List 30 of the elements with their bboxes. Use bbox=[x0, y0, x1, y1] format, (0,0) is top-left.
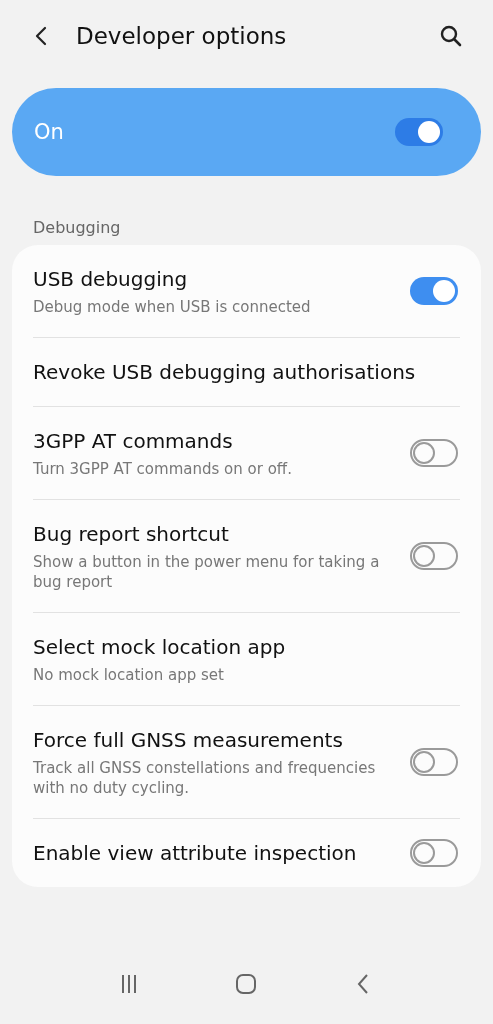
home-icon[interactable] bbox=[234, 972, 259, 996]
master-label: On bbox=[34, 120, 64, 144]
toggle-switch[interactable] bbox=[410, 839, 458, 867]
toggle-switch[interactable] bbox=[410, 748, 458, 776]
settings-row[interactable]: 3GPP AT commands Turn 3GPP AT commands on or off. bbox=[33, 407, 460, 500]
row-title: Bug report shortcut bbox=[33, 521, 229, 548]
row-title: 3GPP AT commands bbox=[33, 428, 233, 455]
row-title: USB debugging bbox=[33, 266, 188, 293]
row-subtitle: Turn 3GPP AT commands on or off. bbox=[33, 459, 292, 479]
page-title: Developer options bbox=[76, 23, 288, 49]
row-subtitle: Show a button in the power menu for taking a bug report bbox=[33, 552, 381, 592]
toggle-switch[interactable] bbox=[395, 118, 443, 146]
toggle-switch[interactable] bbox=[410, 277, 458, 305]
settings-row[interactable]: Enable view attribute inspection bbox=[33, 819, 460, 887]
section-header: Debugging bbox=[33, 218, 121, 237]
settings-row[interactable]: USB debugging Debug mode when USB is connected bbox=[33, 245, 460, 338]
row-subtitle: Debug mode when USB is connected bbox=[33, 297, 311, 317]
row-subtitle: No mock location app set bbox=[33, 665, 224, 685]
search-icon[interactable] bbox=[439, 24, 463, 48]
row-title: Enable view attribute inspection bbox=[33, 840, 357, 867]
toggle-switch[interactable] bbox=[410, 542, 458, 570]
toggle-switch[interactable] bbox=[410, 439, 458, 467]
settings-row[interactable]: Force full GNSS measurements Track all GNSS constellations and frequencies with no duty cycling. bbox=[33, 706, 460, 819]
row-title: Revoke USB debugging authorisations bbox=[33, 359, 416, 386]
settings-row[interactable]: Bug report shortcut Show a button in the power menu for taking a bug report bbox=[33, 500, 460, 613]
row-subtitle: Track all GNSS constellations and frequencies with no duty cycling. bbox=[33, 758, 377, 798]
row-title: Select mock location app bbox=[33, 634, 286, 661]
row-title: Force full GNSS measurements bbox=[33, 727, 343, 754]
settings-row[interactable]: Revoke USB debugging authorisations bbox=[33, 338, 460, 407]
settings-row[interactable]: Select mock location app No mock location app set bbox=[33, 613, 460, 706]
